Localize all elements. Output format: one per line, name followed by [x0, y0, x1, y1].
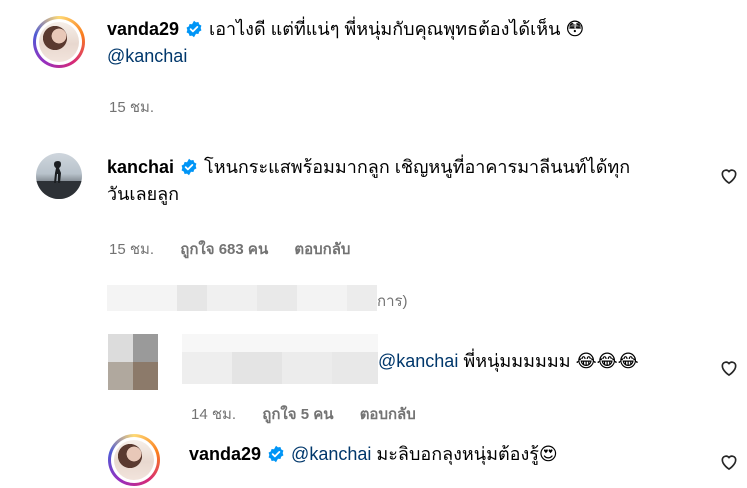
- username-vanda29[interactable]: vanda29: [189, 444, 261, 464]
- pixelated-block: [133, 334, 158, 362]
- mention-kanchai[interactable]: @kanchai: [291, 444, 371, 464]
- pixelated-block: [177, 285, 207, 311]
- likes-count[interactable]: ถูกใจ 5 คน: [262, 406, 333, 423]
- reply-text: พี่หนุ่มมมมมม: [463, 351, 571, 371]
- comment-text-line2: วันเลยลูก: [107, 184, 180, 204]
- username-kanchai[interactable]: kanchai: [107, 157, 174, 177]
- emoji-flushed: 😳: [565, 19, 585, 39]
- comment-vanda29: vanda29 เอาไงดี แต่ที่แน่ๆ พี่หนุ่มกับคุณ…: [107, 16, 727, 70]
- pixelated-block: [133, 362, 158, 390]
- view-replies-toggle[interactable]: [107, 285, 377, 311]
- pixelated-block: [257, 285, 297, 311]
- comment-text: เอาไงดี แต่ที่แน่ๆ พี่หนุ่มกับคุณพุทธต้อ…: [209, 19, 561, 39]
- avatar-pixelated[interactable]: [108, 334, 158, 390]
- avatar-kanchai[interactable]: [36, 153, 82, 199]
- timestamp[interactable]: 15 ชม.: [109, 241, 154, 258]
- username-vanda29[interactable]: vanda29: [107, 19, 179, 39]
- like-heart-icon[interactable]: [719, 358, 739, 378]
- avatar-image: [39, 22, 79, 62]
- verified-badge-icon: [181, 158, 197, 176]
- pixelated-block: [207, 285, 257, 311]
- reply-text: มะลิบอกลุงหนุ่มต้องรู้: [376, 444, 539, 464]
- pixelated-block: [107, 285, 177, 311]
- pixelated-block: [282, 352, 332, 384]
- mention-kanchai[interactable]: @kanchai: [378, 351, 458, 371]
- reply-button[interactable]: ตอบกลับ: [360, 406, 416, 423]
- pixelated-block: [108, 362, 133, 390]
- reply-meta: 14 ชม. ถูกใจ 5 คน ตอบกลับ: [191, 402, 438, 426]
- avatar-silhouette: [36, 161, 82, 199]
- pixelated-block: [297, 285, 347, 311]
- pixelated-block: [347, 285, 377, 311]
- reply-comment-vanda29: vanda29 @kanchai มะลิบอกลุงหนุ่มต้องรู้😍: [189, 441, 689, 468]
- pixelated-block: [108, 334, 133, 362]
- avatar-image: [114, 440, 154, 480]
- avatar-vanda29[interactable]: [108, 434, 160, 486]
- comment-text-line1: โหนกระแสพร้อมมากลูก เชิญหนูที่อาคารมาลีน…: [204, 157, 631, 177]
- pixelated-block: [332, 352, 378, 384]
- pixelated-block: [232, 352, 282, 384]
- emoji-heart-eyes: 😍: [538, 444, 558, 464]
- comment-kanchai: kanchai โหนกระแสพร้อมมากลูก เชิญหนูที่อาค…: [107, 154, 707, 208]
- timestamp[interactable]: 14 ชม.: [191, 406, 236, 423]
- likes-count[interactable]: ถูกใจ 683 คน: [180, 241, 268, 258]
- verified-badge-icon: [186, 20, 202, 38]
- pixelated-block: [182, 334, 378, 352]
- emoji-laughing: 😂😂😂: [575, 351, 639, 371]
- avatar-vanda29[interactable]: [33, 16, 85, 68]
- username-pixelated[interactable]: [182, 334, 378, 384]
- reply-button[interactable]: ตอบกลับ: [294, 241, 350, 258]
- mention-kanchai[interactable]: @kanchai: [107, 46, 187, 66]
- view-replies-suffix[interactable]: การ): [377, 289, 408, 313]
- like-heart-icon[interactable]: [719, 452, 739, 472]
- pixelated-block: [182, 352, 232, 384]
- comment-meta: 15 ชม.: [109, 95, 176, 119]
- verified-badge-icon: [268, 445, 284, 463]
- like-heart-icon[interactable]: [719, 166, 739, 186]
- comment-meta: 15 ชม. ถูกใจ 683 คน ตอบกลับ: [109, 237, 372, 261]
- timestamp[interactable]: 15 ชม.: [109, 99, 154, 116]
- reply-comment: @kanchai พี่หนุ่มมมมมม 😂😂😂: [378, 348, 698, 375]
